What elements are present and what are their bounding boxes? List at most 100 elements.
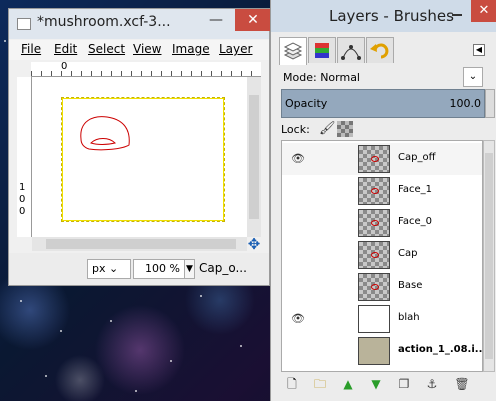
layer-row-cap[interactable]: Cap	[282, 239, 482, 271]
mode-label: Mode:	[283, 71, 317, 84]
ruler-v-label: 1	[19, 182, 26, 193]
vertical-scroll-thumb[interactable]	[249, 95, 259, 219]
menu-image[interactable]: Image	[172, 42, 210, 56]
eye-icon[interactable]: 👁	[290, 153, 306, 165]
layer-row-face-0[interactable]: Face_0	[282, 207, 482, 239]
layer-thumbnail	[358, 177, 390, 205]
eye-toggle-empty[interactable]	[290, 345, 306, 357]
layers-scroll-thumb[interactable]	[485, 153, 493, 359]
layer-thumbnail	[358, 145, 390, 173]
mushroom-cap-outline	[80, 116, 130, 151]
layer-name[interactable]: Cap	[398, 248, 482, 259]
layer-name[interactable]: Cap_off	[398, 152, 482, 163]
layer-row-blah[interactable]: 👁 blah	[282, 303, 482, 335]
menu-edit[interactable]: Edit	[54, 42, 77, 56]
star	[170, 360, 172, 362]
tab-layers[interactable]	[279, 37, 307, 65]
delete-layer-icon[interactable]: 🗑	[453, 376, 471, 392]
duplicate-layer-icon[interactable]: ❐	[395, 376, 413, 392]
star	[200, 295, 202, 297]
horizontal-ruler[interactable]: 0	[31, 61, 261, 77]
raise-layer-icon[interactable]: ▲	[339, 376, 357, 392]
unit-select[interactable]: px ⌄	[87, 259, 131, 279]
layers-dock: Layers - Brushes ✕ ◀ Mode: Normal ⌄ Opac…	[270, 0, 496, 401]
eye-toggle-empty[interactable]	[290, 249, 306, 261]
layers-toolbar: 🗋 🗀 ▲ ▼ ❐ ⚓ 🗑	[281, 374, 491, 394]
ruler-v-label: 0	[19, 194, 26, 205]
horizontal-scrollbar[interactable]	[32, 237, 247, 251]
vertical-ruler[interactable]: 1 0 0	[17, 77, 32, 237]
star	[20, 300, 22, 302]
layer-row-action[interactable]: action_1_.08.i...	[282, 335, 482, 367]
layer-thumbnail	[358, 209, 390, 237]
new-layer-icon[interactable]: 🗋	[283, 376, 301, 392]
tab-undo-history[interactable]	[366, 37, 394, 63]
image-canvas[interactable]	[61, 97, 225, 222]
image-window-titlebar[interactable]: *mushroom.xcf-3... — ✕	[9, 9, 271, 39]
dock-tabs	[279, 37, 491, 65]
canvas-area[interactable]	[32, 77, 247, 237]
zoom-select[interactable]: 100 %	[133, 259, 185, 279]
layer-name[interactable]: Face_0	[398, 216, 482, 227]
opacity-label: Opacity	[285, 97, 328, 110]
opacity-value: 100.0	[449, 97, 482, 110]
alpha-lock-icon[interactable]	[337, 121, 353, 137]
star	[4, 40, 6, 42]
lock-label: Lock:	[281, 123, 310, 136]
gimp-document-icon	[17, 18, 31, 30]
image-window-title: *mushroom.xcf-3...	[37, 14, 171, 30]
lower-layer-icon[interactable]: ▼	[367, 376, 385, 392]
star	[60, 330, 62, 332]
new-layer-group-icon[interactable]: 🗀	[311, 376, 329, 392]
layer-name[interactable]: Base	[398, 280, 482, 291]
eye-icon[interactable]: 👁	[290, 313, 306, 325]
menubar: File Edit Select View Image Layer	[9, 40, 269, 60]
zoom-dropdown-arrow[interactable]: ▼	[185, 259, 195, 279]
dock-tab-menu-button[interactable]: ◀	[473, 44, 485, 56]
menu-layer[interactable]: Layer	[219, 42, 252, 56]
tab-paths[interactable]	[337, 37, 365, 63]
layer-name[interactable]: action_1_.08.i...	[398, 344, 482, 355]
layers-list: 👁 Cap_off Face_1 Face_0 Cap Base 👁 blah …	[281, 140, 483, 372]
minimize-button[interactable]: —	[199, 9, 233, 31]
layer-row-base[interactable]: Base	[282, 271, 482, 303]
paths-icon	[341, 45, 361, 60]
menu-select[interactable]: Select	[88, 42, 125, 56]
ruler-corner[interactable]	[17, 62, 31, 76]
layers-scrollbar[interactable]	[483, 140, 495, 372]
star	[110, 320, 112, 322]
dock-titlebar[interactable]: Layers - Brushes ✕	[271, 0, 496, 32]
menu-view[interactable]: View	[133, 42, 161, 56]
channels-icon	[315, 43, 329, 58]
mode-value[interactable]: Normal	[320, 71, 360, 84]
undo-icon	[370, 43, 389, 59]
horizontal-scroll-thumb[interactable]	[46, 239, 236, 249]
layer-name[interactable]: Face_1	[398, 184, 482, 195]
paintbrush-icon[interactable]: 🖌	[319, 121, 336, 137]
anchor-layer-icon[interactable]: ⚓	[423, 376, 441, 392]
star	[135, 390, 137, 392]
opacity-spinner[interactable]	[485, 89, 495, 118]
tab-channels[interactable]	[308, 37, 336, 63]
navigate-icon[interactable]: ✥	[247, 237, 261, 252]
eye-toggle-empty[interactable]	[290, 217, 306, 229]
star	[240, 345, 242, 347]
ruler-h-ticks	[31, 71, 261, 76]
dock-minimize-button[interactable]	[449, 6, 467, 20]
eye-toggle-empty[interactable]	[290, 185, 306, 197]
vertical-scrollbar[interactable]	[247, 77, 261, 237]
layer-row-cap-off[interactable]: 👁 Cap_off	[282, 143, 482, 175]
eye-toggle-empty[interactable]	[290, 281, 306, 293]
close-button[interactable]: ✕	[235, 9, 271, 31]
layer-thumbnail	[358, 273, 390, 301]
ruler-v-label: 0	[19, 206, 26, 217]
dock-close-button[interactable]: ✕	[471, 0, 496, 22]
layer-thumbnail	[358, 241, 390, 269]
statusbar: px ⌄ 100 % ▼ Cap_o...	[9, 253, 269, 285]
mode-row: Mode: Normal	[283, 71, 360, 84]
layer-name[interactable]: blah	[398, 312, 482, 323]
mode-dropdown-button[interactable]: ⌄	[463, 67, 483, 87]
layer-row-face-1[interactable]: Face_1	[282, 175, 482, 207]
menu-file[interactable]: File	[21, 42, 41, 56]
opacity-slider[interactable]: Opacity 100.0	[281, 89, 485, 118]
